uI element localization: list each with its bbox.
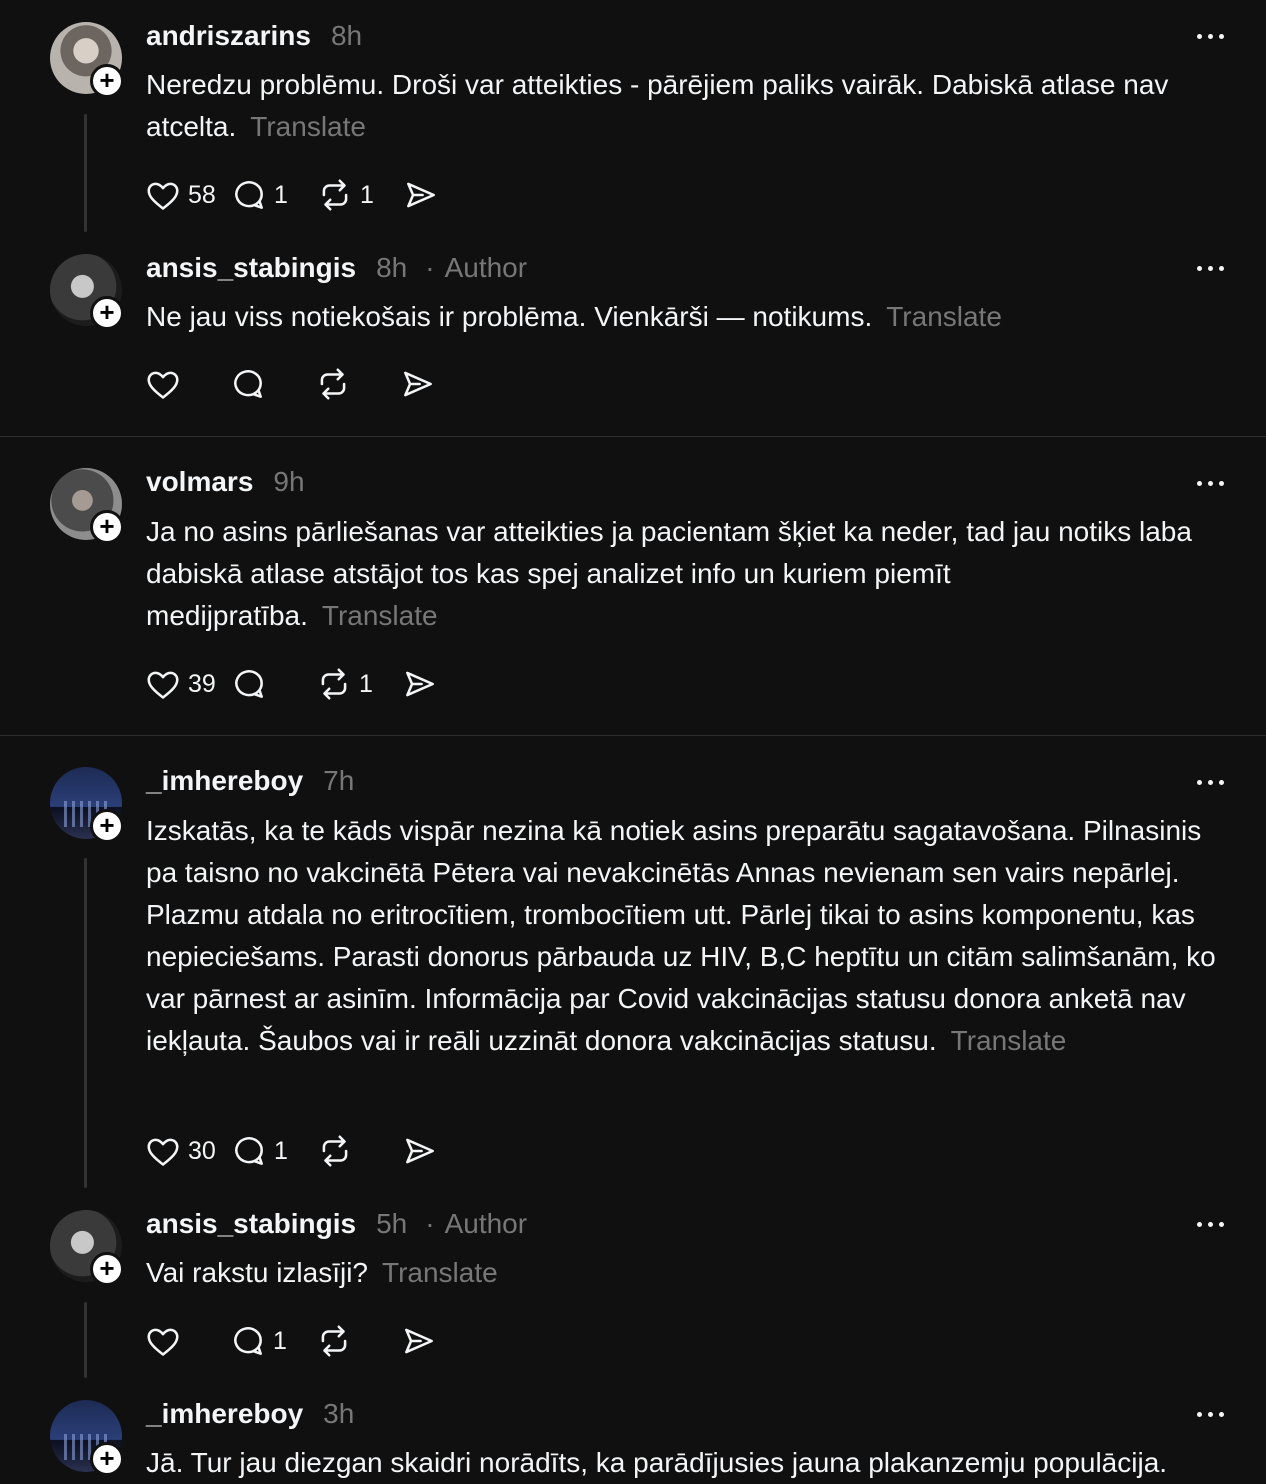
username[interactable]: ansis_stabingis bbox=[146, 252, 356, 284]
timestamp[interactable]: 7h bbox=[323, 765, 354, 797]
timestamp[interactable]: 9h bbox=[273, 466, 304, 498]
share-button[interactable] bbox=[400, 1322, 485, 1360]
share-icon bbox=[406, 671, 434, 697]
reply-icon bbox=[235, 1137, 263, 1165]
username[interactable]: _imhereboy bbox=[146, 765, 303, 797]
post-text: Vai rakstu izlasīji? Translate bbox=[146, 1257, 498, 1288]
share-icon bbox=[406, 1138, 434, 1164]
post-text: Izskatās, ka te kāds vispār nezina kā no… bbox=[146, 815, 1216, 1056]
like-button[interactable] bbox=[144, 1322, 229, 1360]
like-button[interactable] bbox=[144, 365, 229, 403]
timestamp[interactable]: 8h bbox=[331, 20, 362, 52]
repost-icon bbox=[321, 1325, 347, 1357]
post-actions bbox=[144, 364, 484, 404]
share-button[interactable] bbox=[402, 176, 487, 214]
post-text: Neredzu problēmu. Droši var atteikties -… bbox=[146, 69, 1169, 142]
follow-plus-icon[interactable]: + bbox=[90, 64, 124, 98]
share-button[interactable] bbox=[401, 1132, 486, 1170]
share-icon bbox=[407, 182, 435, 208]
timestamp[interactable]: 8h bbox=[376, 252, 407, 284]
like-button[interactable]: 30 bbox=[144, 1132, 230, 1170]
translate-link[interactable]: Translate bbox=[382, 1257, 498, 1288]
share-icon bbox=[405, 1328, 433, 1354]
heart-icon bbox=[147, 1328, 179, 1356]
reply-icon bbox=[234, 370, 262, 398]
follow-plus-icon[interactable]: + bbox=[90, 510, 124, 544]
share-button[interactable] bbox=[401, 665, 486, 703]
timestamp[interactable]: 3h bbox=[323, 1398, 354, 1430]
follow-plus-icon[interactable]: + bbox=[90, 1442, 124, 1476]
thread-line bbox=[84, 1302, 87, 1378]
reply-button[interactable] bbox=[230, 665, 315, 703]
repost-icon bbox=[322, 179, 348, 211]
translate-link[interactable]: Translate bbox=[951, 1025, 1067, 1056]
like-count: 58 bbox=[188, 180, 216, 209]
thread-line bbox=[84, 858, 87, 1188]
more-options-icon[interactable] bbox=[1190, 26, 1230, 46]
username[interactable]: volmars bbox=[146, 466, 253, 498]
follow-plus-icon[interactable]: + bbox=[90, 809, 124, 843]
like-count: 30 bbox=[188, 1136, 216, 1165]
post-actions: 39 1 bbox=[144, 664, 486, 704]
repost-count: 1 bbox=[360, 180, 374, 209]
more-options-icon[interactable] bbox=[1190, 1214, 1230, 1234]
post-actions: 58 1 1 bbox=[144, 175, 487, 215]
share-icon bbox=[404, 371, 432, 397]
repost-icon bbox=[320, 368, 346, 400]
follow-plus-icon[interactable]: + bbox=[90, 296, 124, 330]
reply-icon bbox=[235, 181, 263, 209]
heart-icon bbox=[147, 1138, 179, 1166]
repost-button[interactable] bbox=[315, 1322, 400, 1360]
replie-count: 1 bbox=[274, 180, 288, 209]
divider bbox=[0, 436, 1266, 437]
translate-link[interactable]: Translate bbox=[886, 301, 1002, 332]
post-text: Ne jau viss notiekošais ir problēma. Vie… bbox=[146, 301, 1002, 332]
timestamp[interactable]: 5h bbox=[376, 1208, 407, 1240]
repost-button[interactable]: 1 bbox=[316, 176, 402, 214]
post-text: Jā. Tur jau diezgan skaidri norādīts, ka… bbox=[146, 1447, 1168, 1478]
reply-button[interactable]: 1 bbox=[229, 1322, 315, 1360]
more-options-icon[interactable] bbox=[1190, 772, 1230, 792]
more-options-icon[interactable] bbox=[1190, 473, 1230, 493]
reply-icon bbox=[234, 1327, 262, 1355]
follow-plus-icon[interactable]: + bbox=[90, 1252, 124, 1286]
more-options-icon[interactable] bbox=[1190, 258, 1230, 278]
repost-button[interactable] bbox=[314, 365, 399, 403]
username[interactable]: andriszarins bbox=[146, 20, 311, 52]
translate-link[interactable]: Translate bbox=[250, 111, 366, 142]
username[interactable]: ansis_stabingis bbox=[146, 1208, 356, 1240]
repost-icon bbox=[322, 1135, 348, 1167]
reply-icon bbox=[235, 670, 263, 698]
heart-icon bbox=[147, 671, 179, 699]
repost-button[interactable]: 1 bbox=[315, 665, 401, 703]
more-options-icon[interactable] bbox=[1190, 1404, 1230, 1424]
replie-count: 1 bbox=[273, 1326, 287, 1355]
divider bbox=[0, 735, 1266, 736]
translate-link[interactable]: Translate bbox=[322, 600, 438, 631]
heart-icon bbox=[147, 371, 179, 399]
share-button[interactable] bbox=[399, 365, 484, 403]
post-actions: 30 1 bbox=[144, 1131, 486, 1171]
post-text: Ja no asins pārliešanas var atteikties j… bbox=[146, 516, 1192, 631]
repost-icon bbox=[321, 668, 347, 700]
thread-line bbox=[84, 114, 87, 232]
like-button[interactable]: 58 bbox=[144, 176, 230, 214]
post-actions: 1 bbox=[144, 1321, 485, 1361]
author-badge: Author bbox=[425, 1208, 528, 1240]
like-button[interactable]: 39 bbox=[144, 665, 230, 703]
author-badge: Author bbox=[425, 252, 528, 284]
heart-icon bbox=[147, 182, 179, 210]
repost-button[interactable] bbox=[316, 1132, 401, 1170]
reply-button[interactable] bbox=[229, 365, 314, 403]
reply-button[interactable]: 1 bbox=[230, 1132, 316, 1170]
username[interactable]: _imhereboy bbox=[146, 1398, 303, 1430]
reply-button[interactable]: 1 bbox=[230, 176, 316, 214]
repost-count: 1 bbox=[359, 669, 373, 698]
like-count: 39 bbox=[188, 669, 216, 698]
replie-count: 1 bbox=[274, 1136, 288, 1165]
